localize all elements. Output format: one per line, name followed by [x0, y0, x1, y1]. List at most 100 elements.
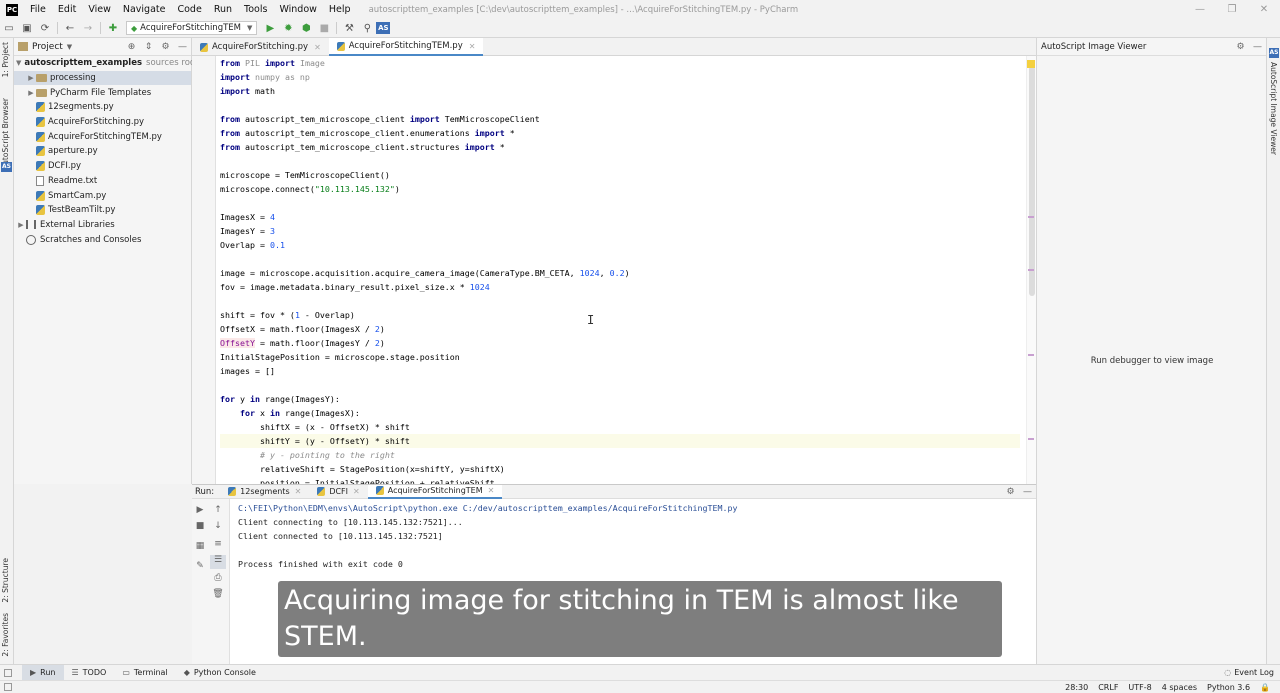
code-line[interactable]: [220, 294, 1020, 308]
code-line[interactable]: microscope = TemMicroscopeClient(): [220, 168, 1020, 182]
minimize-icon[interactable]: —: [1184, 0, 1216, 19]
gear-icon[interactable]: ⚙: [1002, 487, 1019, 497]
close-icon[interactable]: ✕: [353, 487, 360, 496]
run-tab-12segments[interactable]: 12segments ✕: [220, 485, 309, 499]
code-line[interactable]: from PIL import Image: [220, 56, 1020, 70]
back-icon[interactable]: ←: [61, 20, 79, 36]
menu-window[interactable]: Window: [273, 4, 322, 15]
menu-file[interactable]: File: [24, 4, 52, 15]
error-stripe-mark[interactable]: [1028, 438, 1034, 440]
tree-item[interactable]: 12segments.py: [14, 100, 191, 115]
editor-scrollbar[interactable]: [1026, 56, 1036, 484]
editor-tab-acquireforstitchingtem[interactable]: AcquireForStitchingTEM.py ✕: [328, 38, 484, 56]
menu-run[interactable]: Run: [208, 4, 238, 15]
code-line[interactable]: image = microscope.acquisition.acquire_c…: [220, 266, 1020, 280]
expand-right-icon[interactable]: ▶: [16, 221, 26, 229]
run-tab-dcfi[interactable]: DCFI ✕: [309, 485, 367, 499]
soft-wrap-icon[interactable]: ≡: [210, 539, 226, 553]
gear-icon[interactable]: ⚙: [157, 42, 174, 52]
code-line[interactable]: microscope.connect("10.113.145.132"): [220, 182, 1020, 196]
code-line[interactable]: shiftX = (x - OffsetX) * shift: [220, 420, 1020, 434]
scrollbar-thumb[interactable]: [1029, 66, 1035, 296]
menu-navigate[interactable]: Navigate: [117, 4, 172, 15]
run-icon[interactable]: ▶: [261, 20, 279, 36]
code-line[interactable]: [220, 98, 1020, 112]
menu-code[interactable]: Code: [171, 4, 207, 15]
pin-icon[interactable]: ✎: [192, 561, 208, 575]
code-line[interactable]: # y - pointing to the right: [220, 448, 1020, 462]
menu-edit[interactable]: Edit: [52, 4, 82, 15]
code-line[interactable]: [220, 196, 1020, 210]
code-line[interactable]: import math: [220, 84, 1020, 98]
lock-icon[interactable]: 🔒: [1260, 683, 1270, 692]
close-icon[interactable]: ✕: [488, 486, 495, 495]
build-icon[interactable]: ✚: [104, 20, 122, 36]
hide-icon[interactable]: —: [174, 42, 191, 52]
expand-down-icon[interactable]: ▼: [16, 59, 21, 67]
tree-item[interactable]: Readme.txt: [14, 174, 191, 189]
tree-item[interactable]: ▶ PyCharm File Templates: [14, 85, 191, 100]
print-icon[interactable]: ⎙: [210, 573, 226, 587]
tree-item[interactable]: AcquireForStitching.py: [14, 115, 191, 130]
rerun-icon[interactable]: ▶: [192, 505, 208, 519]
tree-item[interactable]: ▶ processing: [14, 70, 191, 86]
code-editor[interactable]: from PIL import Image import numpy as np i…: [192, 56, 1036, 484]
error-stripe-mark[interactable]: [1028, 269, 1034, 271]
bottom-tab-todo[interactable]: ☰ TODO: [64, 665, 115, 681]
code-line[interactable]: for x in range(ImagesX):: [220, 406, 1020, 420]
debug-icon[interactable]: ✹: [279, 20, 297, 36]
autoscript-badge[interactable]: AS: [1269, 48, 1279, 58]
hide-icon[interactable]: —: [1019, 487, 1036, 497]
code-line[interactable]: OffsetY = math.floor(ImagesY / 2): [220, 336, 1020, 350]
code-line[interactable]: ImagesX = 4: [220, 210, 1020, 224]
tree-root[interactable]: ▼ autoscripttem_examples sources root: [14, 56, 198, 71]
code-line[interactable]: relativeShift = StagePosition(x=shiftY, …: [220, 462, 1020, 476]
tree-external-libraries[interactable]: ▶ External Libraries: [14, 218, 191, 233]
code-line[interactable]: Overlap = 0.1: [220, 238, 1020, 252]
sync-icon[interactable]: ⟳: [36, 20, 54, 36]
code-line[interactable]: for y in range(ImagesY):: [220, 392, 1020, 406]
code-line[interactable]: ImagesY = 3: [220, 224, 1020, 238]
layout-icon[interactable]: ▦: [192, 541, 208, 555]
save-all-icon[interactable]: ▣: [18, 20, 36, 36]
tree-item[interactable]: TestBeamTilt.py: [14, 203, 191, 218]
code-line[interactable]: position = InitialStagePosition + relati…: [220, 476, 1020, 484]
bottom-tab-terminal[interactable]: ▭ Terminal: [114, 665, 175, 681]
stop-icon[interactable]: ■: [315, 20, 333, 36]
editor-gutter[interactable]: [192, 56, 216, 484]
project-tool-tab[interactable]: 1: Project: [1, 42, 10, 77]
expand-right-icon[interactable]: ▶: [26, 89, 36, 97]
close-icon[interactable]: ✕: [314, 43, 321, 52]
tree-item[interactable]: AcquireForStitchingTEM.py: [14, 129, 191, 144]
settings-wrench-icon[interactable]: ⚒: [340, 20, 358, 36]
python-interpreter[interactable]: Python 3.6: [1207, 683, 1250, 692]
bottom-tab-run[interactable]: ▶ Run: [22, 664, 64, 681]
run-configuration-select[interactable]: ◆ AcquireForStitchingTEM ▼: [126, 21, 258, 35]
trash-icon[interactable]: 🗑: [210, 589, 226, 603]
search-icon[interactable]: ⚲: [358, 20, 376, 36]
tree-scratches[interactable]: Scratches and Consoles: [14, 232, 191, 247]
code-line[interactable]: shift = fov * (1 - Overlap): [220, 308, 1020, 322]
scroll-up-icon[interactable]: ↑: [210, 505, 226, 519]
coverage-icon[interactable]: ⬢: [297, 20, 315, 36]
tree-item[interactable]: DCFI.py: [14, 159, 191, 174]
hide-icon[interactable]: —: [1249, 42, 1266, 52]
caret-position[interactable]: 28:30: [1065, 683, 1088, 692]
run-tab-acquireforstitchingtem[interactable]: AcquireForStitchingTEM ✕: [367, 484, 503, 499]
close-icon[interactable]: ✕: [1248, 0, 1280, 19]
code-line[interactable]: shiftY = (y - OffsetY) * shift: [220, 434, 1020, 448]
code-area[interactable]: from PIL import Image import numpy as np i…: [220, 56, 1020, 484]
open-folder-icon[interactable]: ▭: [0, 20, 18, 36]
event-log-button[interactable]: ◌ Event Log: [1224, 668, 1274, 677]
gear-icon[interactable]: ⚙: [1232, 42, 1249, 52]
code-line[interactable]: from autoscript_tem_microscope_client im…: [220, 112, 1020, 126]
expand-right-icon[interactable]: ▶: [26, 74, 36, 82]
run-console-output[interactable]: C:\FEI\Python\EDM\envs\AutoScript\python…: [238, 501, 738, 571]
close-icon[interactable]: ✕: [469, 42, 476, 51]
stop-icon[interactable]: ■: [192, 521, 208, 535]
autoscript-browser-tab[interactable]: AutoScript Browser: [1, 98, 10, 170]
menu-tools[interactable]: Tools: [238, 4, 273, 15]
editor-tab-acquireforstitching[interactable]: AcquireForStitching.py ✕: [192, 38, 329, 56]
code-line[interactable]: [220, 154, 1020, 168]
warning-indicator-icon[interactable]: [1027, 60, 1035, 68]
